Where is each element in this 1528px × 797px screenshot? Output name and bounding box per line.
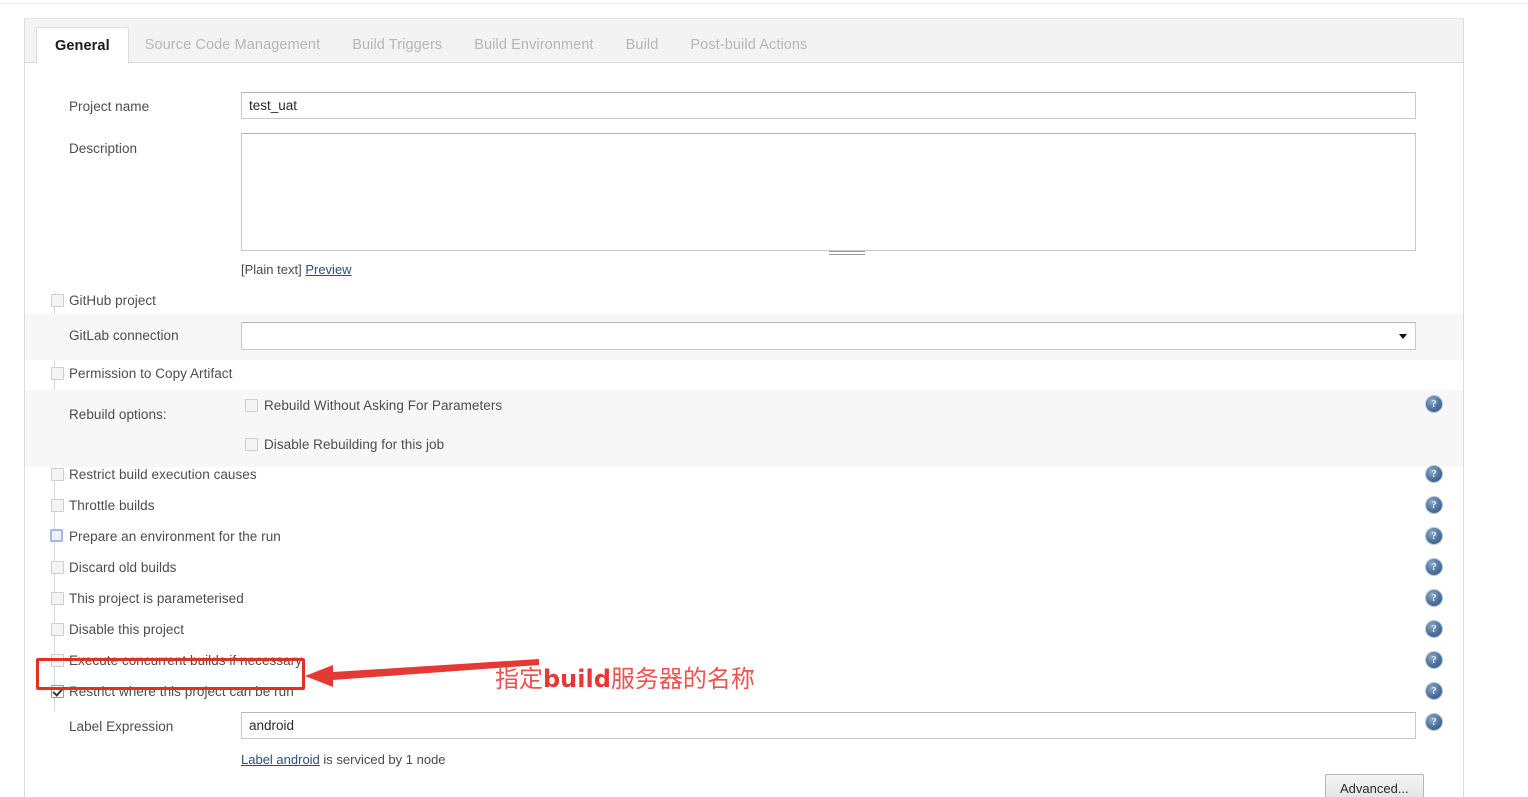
top-hairline xyxy=(0,3,1528,4)
help-icon-restrict-build-execution-causes[interactable] xyxy=(1426,466,1442,482)
tab-build-triggers-label: Build Triggers xyxy=(352,36,443,53)
description-footer: [Plain text] Preview xyxy=(241,262,352,277)
help-icon-disable-this-project[interactable] xyxy=(1426,621,1442,637)
label-expression-note: Label android is serviced by 1 node xyxy=(241,752,446,767)
github-project-checkbox[interactable] xyxy=(51,294,64,307)
tab-build-environment-label: Build Environment xyxy=(474,36,594,53)
rebuild-options-label: Rebuild options: xyxy=(69,407,167,422)
project-name-label: Project name xyxy=(69,99,150,114)
throttle-builds-label: Throttle builds xyxy=(69,498,155,513)
execute-concurrent-builds-checkbox[interactable] xyxy=(51,654,64,667)
help-icon-project-parameterised[interactable] xyxy=(1426,590,1442,606)
tab-build[interactable]: Build xyxy=(610,26,675,63)
help-icon-label-expression[interactable] xyxy=(1426,714,1442,730)
annotation-text: 指定build服务器的名称 xyxy=(495,659,755,694)
restrict-build-execution-causes-label: Restrict build execution causes xyxy=(69,467,257,482)
help-icon-rebuild-options[interactable] xyxy=(1426,396,1442,412)
annotation-text-suffix: 服务器的名称 xyxy=(610,665,755,693)
tab-build-triggers[interactable]: Build Triggers xyxy=(336,26,458,63)
restrict-build-execution-causes-checkbox[interactable] xyxy=(51,468,64,481)
label-android-link[interactable]: Label android xyxy=(241,752,320,767)
prepare-environment-label: Prepare an environment for the run xyxy=(69,529,281,544)
plain-text-label: [Plain text] xyxy=(241,262,302,277)
execute-concurrent-builds-label: Execute concurrent builds if necessary xyxy=(69,653,303,668)
permission-copy-artifact-label: Permission to Copy Artifact xyxy=(69,366,233,381)
label-expression-note-rest: is serviced by 1 node xyxy=(319,752,446,767)
project-name-input[interactable] xyxy=(241,92,1416,119)
rebuild-without-asking-label: Rebuild Without Asking For Parameters xyxy=(264,398,503,413)
discard-old-builds-label: Discard old builds xyxy=(69,560,177,575)
help-icon-throttle-builds[interactable] xyxy=(1426,497,1442,513)
tab-source-code-management[interactable]: Source Code Management xyxy=(129,26,337,63)
tab-build-environment[interactable]: Build Environment xyxy=(458,26,609,63)
restrict-where-run-label: Restrict where this project can be run xyxy=(69,684,294,699)
disable-this-project-label: Disable this project xyxy=(69,622,185,637)
tab-build-label: Build xyxy=(625,36,659,53)
help-icon-execute-concurrent-builds[interactable] xyxy=(1426,652,1442,668)
advanced-button[interactable]: Advanced... xyxy=(1325,774,1424,797)
rebuild-without-asking-checkbox[interactable] xyxy=(245,399,258,412)
help-icon-restrict-where-run[interactable] xyxy=(1426,683,1442,699)
disable-rebuilding-label: Disable Rebuilding for this job xyxy=(264,437,445,452)
restrict-where-run-checkbox[interactable] xyxy=(51,685,64,698)
tab-general-label: General xyxy=(55,37,110,54)
disable-rebuilding-checkbox[interactable] xyxy=(245,438,258,451)
tab-post-build-actions[interactable]: Post-build Actions xyxy=(674,26,823,63)
tab-source-code-management-label: Source Code Management xyxy=(144,36,321,53)
project-parameterised-label: This project is parameterised xyxy=(69,591,244,606)
permission-copy-artifact-checkbox[interactable] xyxy=(51,367,64,380)
tab-bar: General Source Code Management Build Tri… xyxy=(25,19,1463,64)
help-icon-discard-old-builds[interactable] xyxy=(1426,559,1442,575)
label-expression-label: Label Expression xyxy=(69,719,174,734)
page-root: General Source Code Management Build Tri… xyxy=(0,0,1528,797)
gitlab-connection-select[interactable] xyxy=(241,322,1416,350)
tab-general[interactable]: General xyxy=(36,27,129,64)
description-label: Description xyxy=(69,141,138,156)
rebuild-options-row-bg xyxy=(25,390,1463,467)
prepare-environment-checkbox[interactable] xyxy=(50,529,63,542)
textarea-resize-handle[interactable] xyxy=(829,251,865,258)
disable-this-project-checkbox[interactable] xyxy=(51,623,64,636)
discard-old-builds-checkbox[interactable] xyxy=(51,561,64,574)
project-parameterised-checkbox[interactable] xyxy=(51,592,64,605)
label-expression-input[interactable] xyxy=(241,712,1416,739)
description-textarea[interactable] xyxy=(241,133,1416,251)
annotation-text-bold: build xyxy=(543,665,611,693)
gitlab-connection-label: GitLab connection xyxy=(69,328,179,343)
chevron-down-icon xyxy=(1399,334,1407,339)
tab-post-build-actions-label: Post-build Actions xyxy=(690,36,808,53)
help-icon-prepare-environment[interactable] xyxy=(1426,528,1442,544)
throttle-builds-checkbox[interactable] xyxy=(51,499,64,512)
annotation-text-prefix: 指定 xyxy=(495,665,543,693)
github-project-label: GitHub project xyxy=(69,293,156,308)
tab-list: General Source Code Management Build Tri… xyxy=(36,25,823,64)
preview-link[interactable]: Preview xyxy=(305,262,351,277)
